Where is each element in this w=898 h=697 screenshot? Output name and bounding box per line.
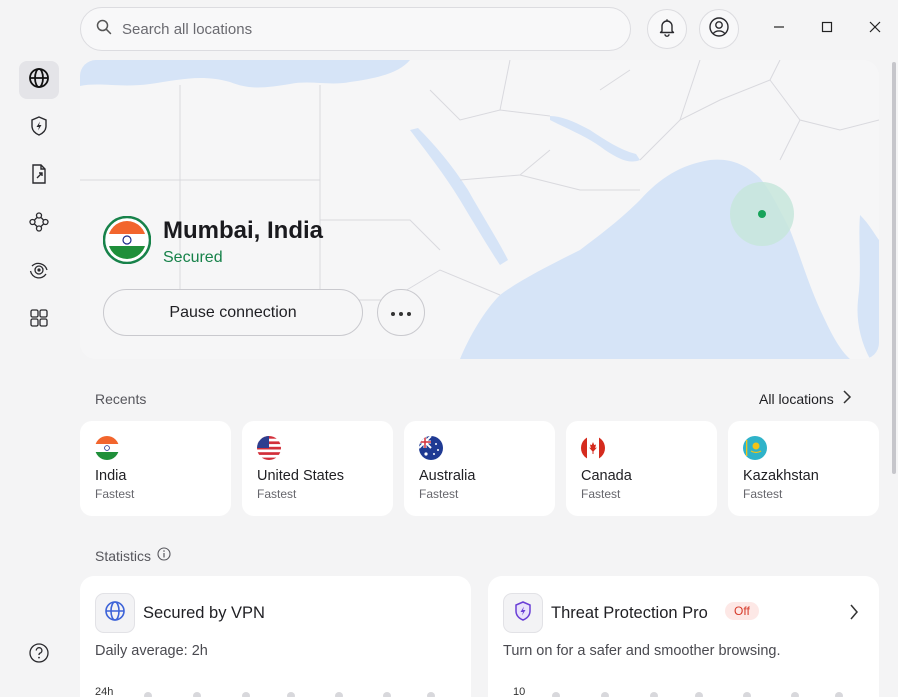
account-icon: [708, 16, 730, 43]
shield-bolt-icon: [28, 115, 50, 142]
threat-stat-sub: Turn on for a safer and smoother browsin…: [503, 643, 781, 659]
flag-india-icon: [95, 436, 119, 460]
recents-title: Recents: [95, 391, 147, 407]
meshnet-icon: [28, 211, 50, 238]
apps-grid-icon: [28, 307, 50, 334]
recent-sub: Fastest: [581, 487, 621, 501]
chart-dot: [601, 692, 609, 697]
search-input[interactable]: [122, 20, 602, 38]
all-locations-label: All locations: [759, 390, 834, 407]
sidebar-item-apps[interactable]: [19, 301, 59, 339]
close-button[interactable]: [860, 14, 890, 44]
pause-connection-button[interactable]: Pause connection: [103, 289, 363, 336]
flag-australia-icon: [419, 436, 443, 460]
chevron-right-icon[interactable]: [849, 604, 859, 625]
recent-card-kazakhstan[interactable]: Kazakhstan Fastest: [728, 421, 879, 516]
recent-card-australia[interactable]: Australia Fastest: [404, 421, 555, 516]
chart-dot: [695, 692, 703, 697]
globe-icon: [28, 67, 50, 94]
chart-dot: [335, 692, 343, 697]
recent-sub: Fastest: [257, 487, 297, 501]
bell-icon: [657, 17, 677, 42]
chart-dot: [287, 692, 295, 697]
more-options-button[interactable]: [377, 289, 425, 336]
recent-country: United States: [257, 468, 345, 484]
threat-stat-title: Threat Protection Pro: [551, 604, 708, 622]
recent-sub: Fastest: [95, 487, 135, 501]
threat-stat-icon-box: [503, 593, 543, 633]
chart-dot: [835, 692, 843, 697]
help-button[interactable]: [19, 636, 59, 674]
recent-country: Canada: [581, 468, 632, 484]
scrollbar[interactable]: [892, 62, 896, 474]
recent-card-canada[interactable]: Canada Fastest: [566, 421, 717, 516]
chart-dot: [193, 692, 201, 697]
file-share-icon: [28, 163, 50, 190]
chart-dot: [144, 692, 152, 697]
minimize-icon: [773, 20, 785, 38]
globe-blue-icon: [104, 600, 126, 627]
recent-country: Kazakhstan: [743, 468, 819, 484]
connection-status: Secured: [163, 249, 223, 266]
search-icon: [96, 19, 112, 40]
vpn-axis-top-label: 24h: [95, 686, 114, 697]
vpn-stat-sub: Daily average: 2h: [95, 643, 208, 659]
threat-axis-top-label: 10: [513, 686, 526, 697]
flag-united-states-icon: [257, 436, 281, 460]
maximize-icon: [821, 20, 833, 38]
chevron-right-icon: [842, 390, 852, 407]
help-icon: [28, 642, 50, 669]
daily-average-value: 2h: [191, 643, 208, 659]
vpn-stat-title: Secured by VPN: [143, 604, 265, 622]
recent-sub: Fastest: [419, 487, 459, 501]
threat-protection-card[interactable]: Threat Protection Pro Off Turn on for a …: [488, 576, 879, 697]
recent-country: Australia: [419, 468, 476, 484]
country-flag-india: [102, 215, 152, 265]
account-button[interactable]: [699, 9, 739, 49]
chart-dot: [743, 692, 751, 697]
statistics-header: Statistics: [95, 547, 171, 564]
statistics-title: Statistics: [95, 547, 152, 564]
minimize-button[interactable]: [764, 14, 794, 44]
vpn-stat-icon-box: [95, 593, 135, 633]
info-icon[interactable]: [157, 547, 171, 564]
sidebar-item-vpn[interactable]: [19, 61, 59, 99]
all-locations-link[interactable]: All locations: [759, 390, 852, 407]
search-bar[interactable]: [80, 7, 631, 51]
connected-location-name: Mumbai, India: [163, 217, 324, 244]
chart-dot: [552, 692, 560, 697]
sidebar-item-dark-web-monitor[interactable]: [19, 253, 59, 291]
status-badge: Off: [725, 602, 759, 620]
flag-kazakhstan-icon: [743, 436, 767, 460]
sidebar-item-file-share[interactable]: [19, 157, 59, 195]
eye-scan-icon: [28, 259, 50, 286]
close-icon: [869, 20, 881, 38]
chart-dot: [427, 692, 435, 697]
chart-dot: [242, 692, 250, 697]
recent-sub: Fastest: [743, 487, 783, 501]
chart-dot: [791, 692, 799, 697]
flag-canada-icon: [581, 436, 605, 460]
sidebar-item-meshnet[interactable]: [19, 205, 59, 243]
recent-card-united-states[interactable]: United States Fastest: [242, 421, 393, 516]
daily-average-label: Daily average:: [95, 643, 192, 659]
notifications-button[interactable]: [647, 9, 687, 49]
recent-card-india[interactable]: India Fastest: [80, 421, 231, 516]
more-dots-icon: [390, 304, 412, 322]
shield-bolt-purple-icon: [512, 600, 534, 627]
recent-country: India: [95, 468, 127, 484]
chart-dot: [650, 692, 658, 697]
chart-dot: [383, 692, 391, 697]
sidebar-item-threat-protection[interactable]: [19, 109, 59, 147]
vpn-stats-card[interactable]: Secured by VPN Daily average: 2h 24h: [80, 576, 471, 697]
maximize-button[interactable]: [812, 14, 842, 44]
